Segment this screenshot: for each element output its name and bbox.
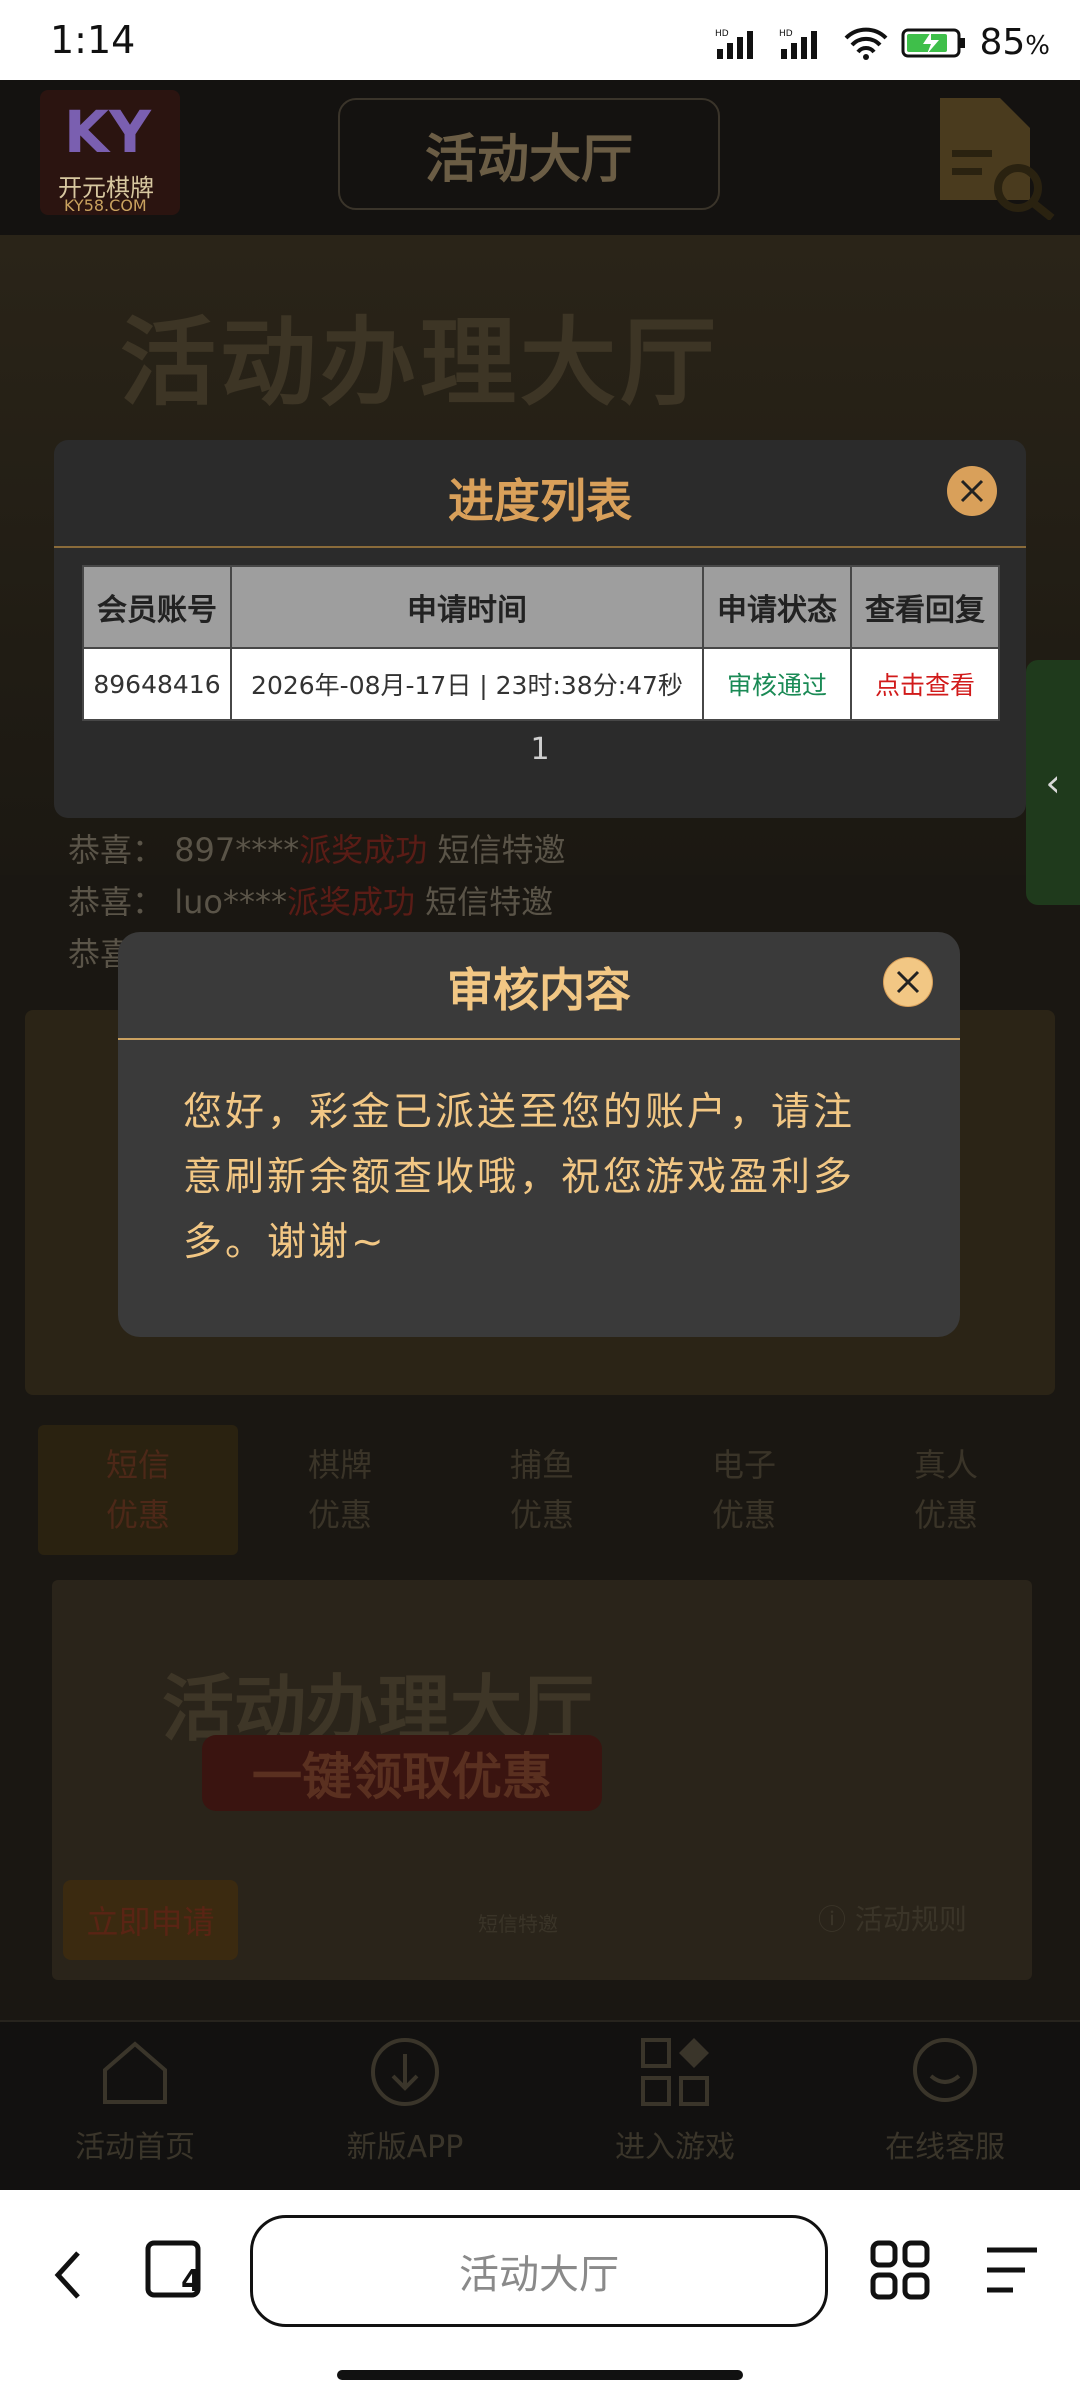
table-row: 89648416 2026年-08月-17日 | 23时:38分:47秒 审核通… [82,647,1000,721]
page-header: KY 开元棋牌 KY58.COM 活动大厅 [0,80,1080,237]
signal-icon-2: HD [779,29,818,59]
svg-text:HD: HD [779,29,793,39]
home-indicator[interactable] [337,2370,743,2380]
progress-list-modal: 进度列表 会员账号 申请时间 申请状态 查看回复 89648416 2026年-… [54,440,1026,818]
tab-live[interactable]: 真人 优惠 [846,1425,1046,1555]
status-bar: 1:14 HD HD 85% [0,0,1080,80]
congrats-line-2: 恭喜： luo****派奖成功 短信特邀 [68,883,554,921]
review-content-modal: 审核内容 您好，彩金已派送至您的账户，请注意刷新余额查收哦，祝您游戏盈利多多。谢… [118,932,960,1337]
bottom-nav: 活动首页 新版APP 进入游戏 在线客服 [0,2020,1080,2190]
pagination-page[interactable]: 1 [54,732,1026,767]
tab-count: 4 [181,2264,202,2299]
download-icon [371,2038,439,2106]
close-icon[interactable] [883,957,933,1007]
logo-letters: KY [64,98,151,166]
col-reply: 查看回复 [850,565,1000,649]
cell-account: 89648416 [82,647,232,721]
wifi-icon [845,27,888,60]
search-document-icon[interactable] [930,90,1060,220]
progress-table: 会员账号 申请时间 申请状态 查看回复 89648416 2026年-08月-1… [82,565,1000,721]
view-reply-link[interactable]: 点击查看 [850,647,1000,721]
review-message: 您好，彩金已派送至您的账户，请注意刷新余额查收哦，祝您游戏盈利多多。谢谢~ [183,1090,856,1265]
grid-menu-icon[interactable] [870,2240,930,2300]
site-logo[interactable]: KY 开元棋牌 KY58.COM [40,90,180,215]
review-modal-title: 审核内容 [447,963,631,1017]
apply-bar: 立即申请 短信特邀 ⓘ 活动规则 [38,1880,1038,1980]
tab-sms[interactable]: 短信 优惠 [38,1425,238,1555]
home-icon [103,2041,167,2104]
cell-time: 2026年-08月-17日 | 23时:38分:47秒 [230,647,704,721]
signal-icon: HD [715,29,754,59]
battery-icon [901,28,966,57]
status-time: 1:14 [50,18,136,62]
col-account: 会员账号 [82,565,232,649]
promo-category: 短信特邀 [478,1912,558,1936]
col-status: 申请状态 [702,565,852,649]
menu-icon[interactable] [985,2245,1040,2295]
nav-home[interactable]: 活动首页 [0,2032,270,2166]
divider [118,1038,960,1040]
rules-link[interactable]: ⓘ 活动规则 [818,1898,967,1938]
nav-game[interactable]: 进入游戏 [540,2032,810,2166]
chat-icon [913,2038,977,2102]
claim-pill: 一键领取优惠 [202,1735,602,1811]
browser-toolbar: 4 活动大厅 [0,2190,1080,2400]
status-icons: HD HD 85% [715,22,1050,63]
col-time: 申请时间 [230,565,704,649]
nav-support[interactable]: 在线客服 [810,2032,1080,2166]
tab-chess[interactable]: 棋牌 优惠 [240,1425,440,1555]
apply-now-button[interactable]: 立即申请 [63,1880,238,1960]
progress-modal-title: 进度列表 [448,474,632,528]
back-icon[interactable] [48,2245,88,2305]
nav-app[interactable]: 新版APP [270,2032,540,2166]
close-icon[interactable] [947,466,997,516]
battery-percent: 85% [979,22,1050,63]
hero-headline: 活动办理大厅 [120,307,720,419]
tab-fishing[interactable]: 捕鱼 优惠 [442,1425,642,1555]
tab-electronic[interactable]: 电子 优惠 [644,1425,844,1555]
tabs-button[interactable]: 4 [145,2240,205,2300]
status-badge: 审核通过 [702,647,852,721]
page-title: 活动大厅 [338,98,720,210]
side-collapse-tab[interactable]: ‹ [1026,660,1080,905]
apps-icon [641,2038,709,2106]
address-bar[interactable]: 活动大厅 [250,2215,828,2327]
congrats-line-1: 恭喜： 897****派奖成功 短信特邀 [68,831,566,869]
table-header-row: 会员账号 申请时间 申请状态 查看回复 [82,565,1000,649]
svg-text:HD: HD [715,29,729,39]
divider [54,546,1026,548]
logo-domain: KY58.COM [64,196,147,215]
category-tabs: 短信 优惠 棋牌 优惠 捕鱼 优惠 电子 优惠 真人 优惠 [38,1425,1048,1555]
